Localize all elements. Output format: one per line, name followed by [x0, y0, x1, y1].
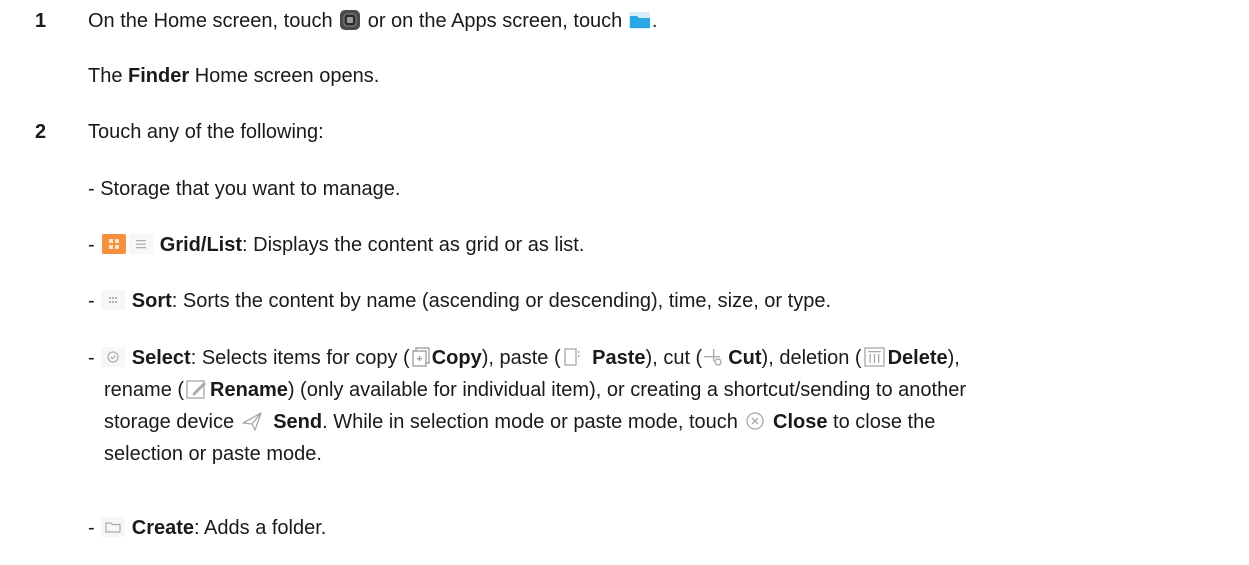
close-label: Close	[773, 411, 828, 433]
create-folder-icon	[101, 517, 126, 537]
send-label: Send	[273, 411, 323, 433]
list-label: List	[206, 234, 243, 256]
copy-label: Copy	[431, 347, 482, 369]
finder-label: Finder	[128, 65, 190, 87]
send-icon	[241, 411, 267, 431]
paste-label: Paste	[592, 347, 646, 369]
folder-app-icon	[628, 10, 651, 30]
step-number: 2	[35, 121, 47, 143]
list-view-icon	[129, 234, 154, 254]
delete-icon	[863, 347, 887, 367]
delete-label: Delete	[887, 347, 948, 369]
step-number: 1	[35, 10, 47, 32]
rename-icon	[185, 379, 209, 399]
sort-label: Sort	[131, 290, 172, 312]
close-icon	[744, 411, 766, 431]
grid-label: Grid	[159, 234, 201, 256]
cut-label: Cut	[728, 347, 762, 369]
finder-app-icon	[339, 10, 361, 30]
step-text: Touch any of the following:	[88, 121, 324, 143]
copy-icon	[411, 347, 431, 367]
create-label: Create	[131, 517, 195, 539]
select-label: Select	[131, 347, 191, 369]
step-text: On the Home screen, touch or on the Apps…	[88, 10, 658, 32]
grid-view-icon	[101, 234, 127, 254]
paste-icon	[562, 347, 586, 367]
sort-icon	[101, 290, 126, 310]
select-icon	[101, 347, 126, 367]
cut-icon	[703, 347, 727, 367]
rename-label: Rename	[210, 379, 288, 401]
